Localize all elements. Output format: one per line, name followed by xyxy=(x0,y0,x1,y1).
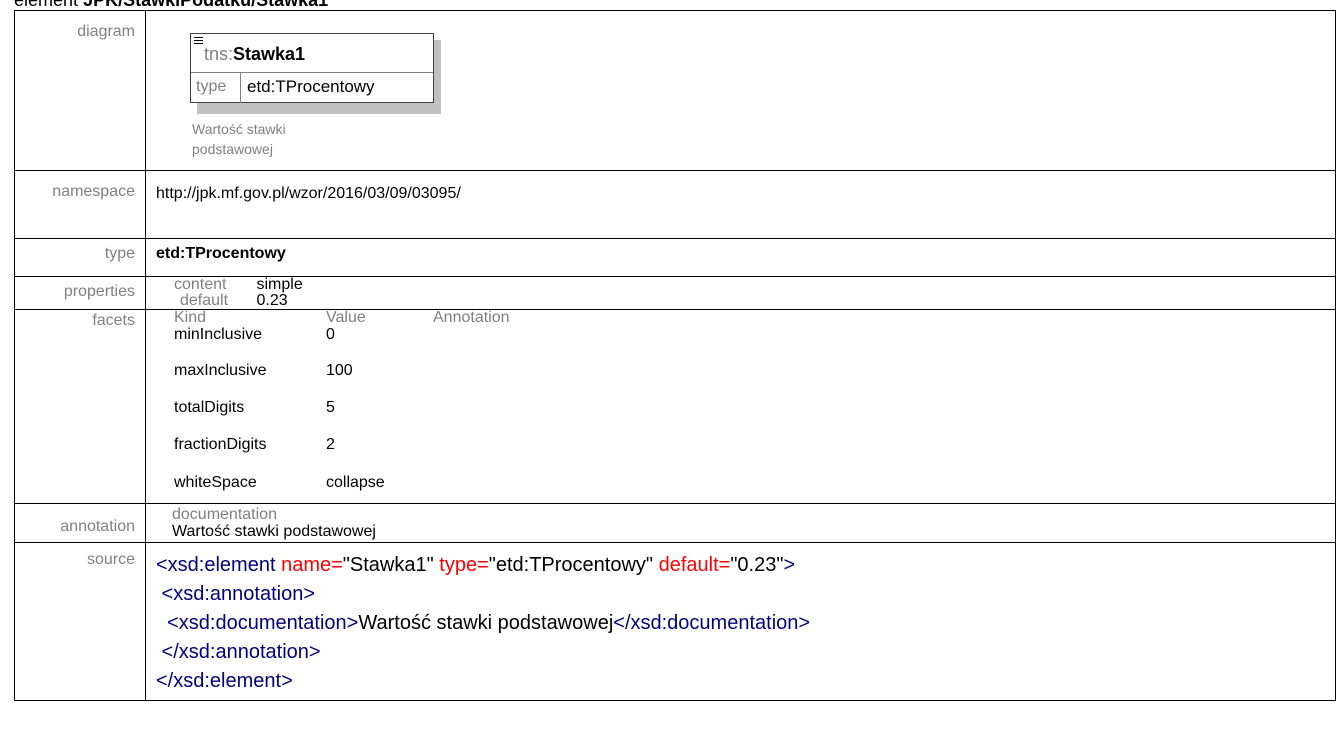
page-title: element JPK/StawkiPodatku/Stawka1 xyxy=(14,0,328,10)
diagram-element-box[interactable]: tns:Stawka1 type etd:TProcentowy xyxy=(190,33,434,103)
facet-row: whiteSpace collapse xyxy=(174,463,510,503)
row-namespace: namespace http://jpk.mf.gov.pl/wzor/2016… xyxy=(14,170,1336,239)
row-annotation: annotation documentation Wartość stawki … xyxy=(14,503,1336,543)
facets-header-value: Value xyxy=(326,309,366,326)
facet-kind: minInclusive xyxy=(174,326,263,343)
facet-kind: maxInclusive xyxy=(174,361,267,379)
label-properties: properties xyxy=(14,276,146,310)
diagram-note-line1: Wartość stawki xyxy=(192,121,286,137)
row-diagram: diagram tns:Stawka1 type etd:TProcentowy xyxy=(14,10,1336,171)
diagram-note-line2: podstawowej xyxy=(192,141,273,157)
page-title-path: JPK/StawkiPodatku/Stawka1 xyxy=(83,0,329,10)
element-doc-table: diagram tns:Stawka1 type etd:TProcentowy xyxy=(14,10,1336,701)
diagram-type-key: type xyxy=(191,73,241,103)
page-title-prefix: element xyxy=(14,0,79,10)
facet-kind: fractionDigits xyxy=(174,435,267,453)
annotation-text: Wartość stawki podstawowej xyxy=(172,523,376,540)
diagram-type-row: type etd:TProcentowy xyxy=(191,73,433,103)
facet-kind: whiteSpace xyxy=(174,474,257,491)
diagram-ns-prefix: tns: xyxy=(204,44,234,64)
annotation-header: documentation xyxy=(172,506,277,523)
type-value[interactable]: etd:TProcentowy xyxy=(145,238,1336,277)
facets-header-kind: Kind xyxy=(174,309,207,326)
property-key: content xyxy=(174,276,227,293)
annotation-cell: documentation Wartość stawki podstawowej xyxy=(145,503,1336,543)
namespace-value: http://jpk.mf.gov.pl/wzor/2016/03/09/030… xyxy=(145,170,1336,239)
label-type: type xyxy=(14,238,146,277)
facet-kind: totalDigits xyxy=(174,398,245,416)
label-facets: facets xyxy=(14,309,146,504)
diagram-box-title: tns:Stawka1 xyxy=(191,34,433,73)
property-row: content simple xyxy=(174,277,303,293)
diagram-element-name: Stawka1 xyxy=(233,44,306,64)
element-menu-icon xyxy=(194,37,203,46)
source-line: <xsd:annotation> xyxy=(156,583,316,605)
facets-header-annotation: Annotation xyxy=(433,309,510,326)
label-source: source xyxy=(14,542,146,701)
source-line: <xsd:documentation>Wartość stawki podsta… xyxy=(156,612,811,634)
property-row: default 0.23 xyxy=(174,293,303,309)
facet-row: totalDigits 5 xyxy=(174,389,510,426)
source-code: <xsd:element name="Stawka1" type="etd:TP… xyxy=(156,543,1335,700)
property-value: 0.23 xyxy=(256,292,288,309)
diagram-annotation-note: Wartość stawki podstawowej xyxy=(192,119,286,159)
property-value: simple xyxy=(256,276,303,293)
facet-value: collapse xyxy=(326,474,385,491)
row-source: source <xsd:element name="Stawka1" type=… xyxy=(14,542,1336,701)
diagram-type-value[interactable]: etd:TProcentowy xyxy=(241,73,375,103)
property-key: default xyxy=(180,292,229,309)
label-namespace: namespace xyxy=(14,170,146,239)
row-type: type etd:TProcentowy xyxy=(14,238,1336,277)
facets-header-row: Kind Value Annotation xyxy=(174,310,510,326)
facet-value: 5 xyxy=(326,398,335,416)
label-diagram: diagram xyxy=(14,10,146,171)
label-annotation: annotation xyxy=(14,503,146,543)
element-diagram: tns:Stawka1 type etd:TProcentowy Wartość… xyxy=(156,11,1335,170)
facets-cell: Kind Value Annotation minInclusive 0 max… xyxy=(145,309,1336,504)
properties-table: content simple default 0.23 xyxy=(174,277,303,309)
row-properties: properties content simple default 0.23 xyxy=(14,276,1336,310)
facet-row: fractionDigits 2 xyxy=(174,426,510,463)
facet-value: 0 xyxy=(326,326,335,343)
properties-cell: content simple default 0.23 xyxy=(145,276,1336,310)
source-line: </xsd:annotation> xyxy=(156,641,321,663)
source-line: </xsd:element> xyxy=(156,670,293,692)
facet-row: maxInclusive 100 xyxy=(174,352,510,389)
source-line: <xsd:element name="Stawka1" type="etd:TP… xyxy=(156,554,796,576)
facet-row: minInclusive 0 xyxy=(174,326,510,352)
facet-value: 2 xyxy=(326,435,335,453)
facets-table: Kind Value Annotation minInclusive 0 max… xyxy=(174,310,510,503)
facet-value: 100 xyxy=(326,361,353,379)
row-facets: facets Kind Value Annotation minInclusiv… xyxy=(14,309,1336,504)
source-cell: <xsd:element name="Stawka1" type="etd:TP… xyxy=(145,542,1336,701)
diagram-cell: tns:Stawka1 type etd:TProcentowy Wartość… xyxy=(145,10,1336,171)
